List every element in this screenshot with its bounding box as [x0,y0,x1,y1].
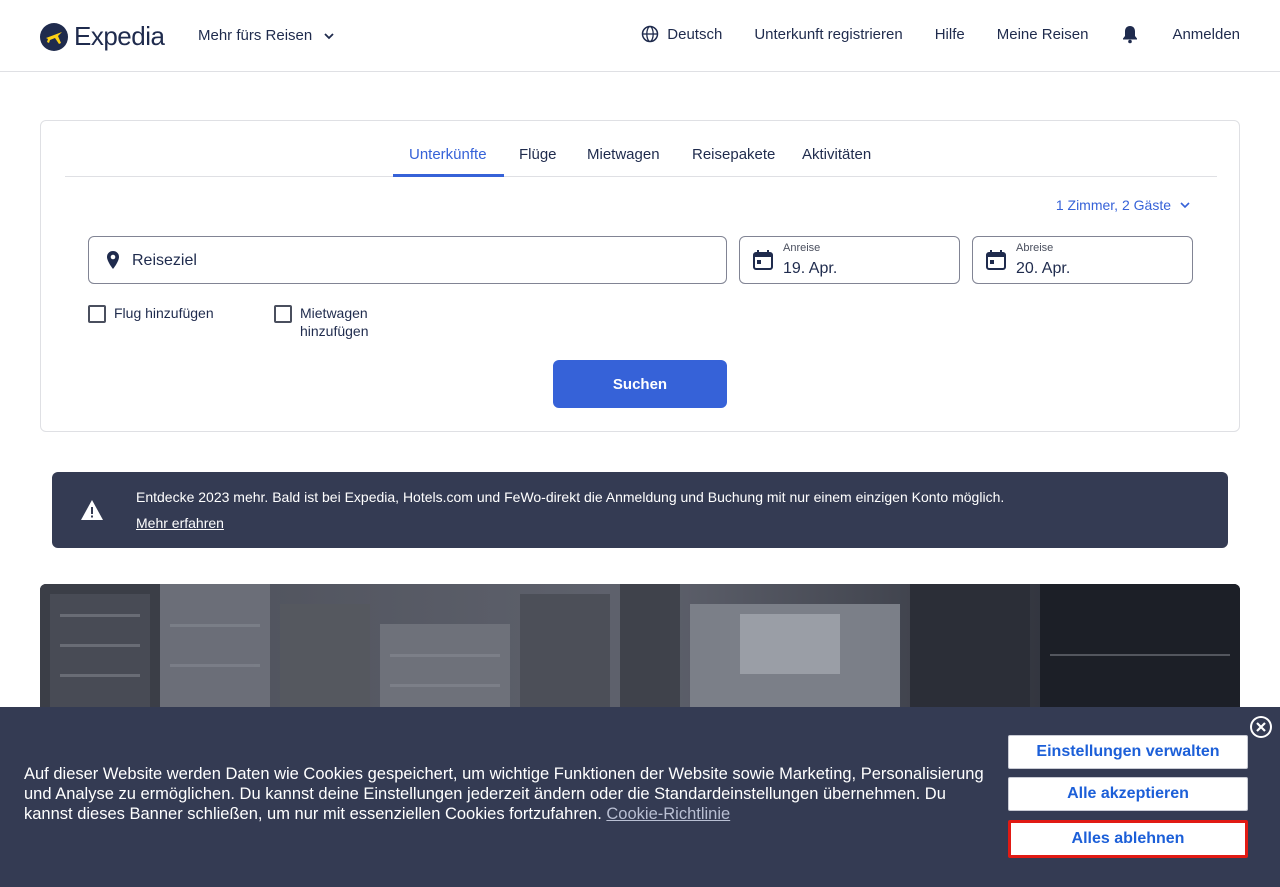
tab-cars[interactable]: Mietwagen [587,146,660,163]
add-flight-checkbox[interactable] [88,305,106,323]
tab-packages[interactable]: Reisepakete [692,146,775,163]
add-car-checkbox[interactable] [274,305,292,323]
cookie-policy-link[interactable]: Cookie-Richtlinie [606,805,730,823]
cookie-message: Auf dieser Website werden Daten wie Cook… [24,765,984,823]
guests-label: 1 Zimmer, 2 Gäste [1055,197,1171,213]
bell-icon[interactable] [1120,24,1140,44]
chevron-down-icon [1180,202,1190,209]
search-button[interactable]: Suchen [553,360,727,408]
info-banner: Entdecke 2023 mehr. Bald ist bei Expedia… [52,472,1228,548]
register-property-link[interactable]: Unterkunft registrieren [754,26,902,43]
tab-activities[interactable]: Aktivitäten [802,146,871,163]
add-flight-option[interactable]: Flug hinzufügen [88,304,214,323]
learn-more-link[interactable]: Mehr erfahren [136,515,224,531]
add-car-label: Mietwagen hinzufügen [300,305,369,339]
cookie-text: Auf dieser Website werden Daten wie Cook… [24,764,999,824]
expedia-logo-icon [40,22,68,51]
destination-placeholder: Reiseziel [132,252,197,269]
calendar-icon [986,250,1006,270]
logo-text: Expedia [74,21,165,51]
header-nav: Deutsch Unterkunft registrieren Hilfe Me… [641,24,1240,44]
reject-all-button[interactable]: Alles ablehnen [1008,820,1248,858]
location-pin-icon [107,251,119,269]
tab-flights[interactable]: Flüge [519,146,557,163]
checkout-value: 20. Apr. [1016,260,1071,277]
sign-in-link[interactable]: Anmelden [1172,26,1240,43]
more-travel-menu[interactable]: Mehr fürs Reisen [198,27,336,44]
checkin-label: Anreise [783,242,821,254]
chevron-down-icon [324,32,334,39]
add-flight-label: Flug hinzufügen [114,305,214,321]
checkout-date-field[interactable]: Abreise 20. Apr. [972,236,1193,284]
warning-icon [81,500,103,520]
globe-icon [642,25,659,43]
calendar-icon [753,250,773,270]
site-header: Expedia Mehr fürs Reisen Deutsch Unterku… [0,0,1280,72]
active-tab-indicator [393,174,504,177]
language-label: Deutsch [667,25,723,43]
accept-all-button[interactable]: Alle akzeptieren [1008,777,1248,811]
search-card: Unterkünfte Flüge Mietwagen Reisepakete … [40,120,1240,432]
guests-selector[interactable]: 1 Zimmer, 2 Gäste [1056,197,1191,213]
language-selector[interactable]: Deutsch [641,25,722,43]
manage-settings-button[interactable]: Einstellungen verwalten [1008,735,1248,769]
info-banner-text: Entdecke 2023 mehr. Bald ist bei Expedia… [136,489,1005,505]
add-car-option[interactable]: Mietwagen hinzufügen [274,304,390,340]
checkin-date-field[interactable]: Anreise 19. Apr. [739,236,960,284]
destination-field[interactable]: Reiseziel [88,236,727,284]
search-tabs: Unterkünfte Flüge Mietwagen Reisepakete … [65,121,1217,177]
my-trips-link[interactable]: Meine Reisen [997,26,1089,43]
help-link[interactable]: Hilfe [935,26,965,43]
close-icon[interactable] [1249,715,1273,739]
checkout-label: Abreise [1016,242,1054,254]
more-travel-label: Mehr fürs Reisen [198,27,313,44]
checkin-value: 19. Apr. [783,260,838,277]
tab-stays[interactable]: Unterkünfte [409,146,487,163]
cookie-banner: Auf dieser Website werden Daten wie Cook… [0,707,1280,887]
expedia-logo[interactable]: Expedia [40,21,165,52]
